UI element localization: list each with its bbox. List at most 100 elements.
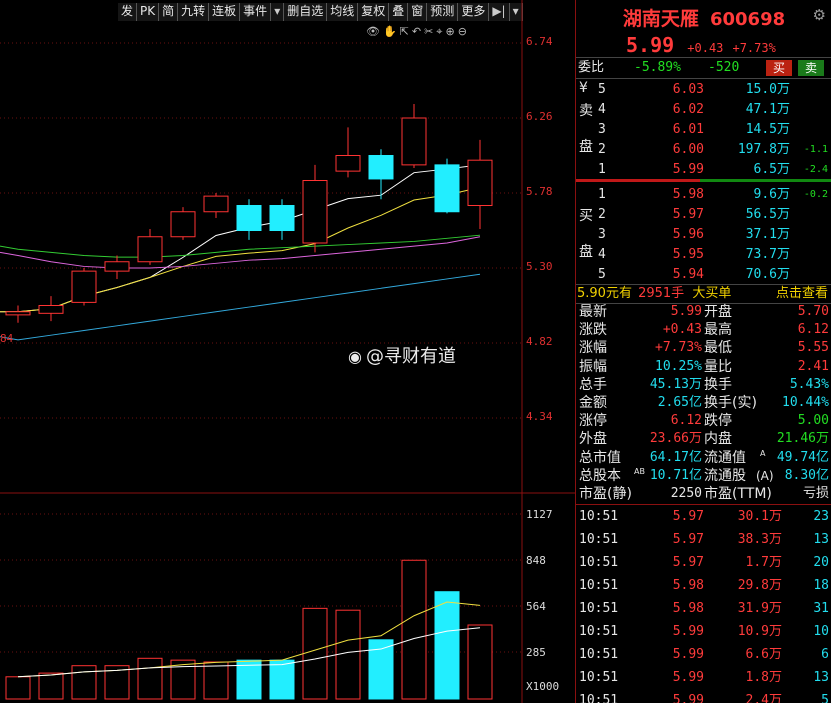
order-book-row[interactable]: 2 5.97 56.5万 [576,205,831,225]
order-book-row[interactable]: 3 5.96 37.1万 [576,225,831,245]
book-delta: -1.1 [803,144,828,155]
price-tick-label: 4.82 [526,335,553,348]
tick-row: 10:51 5.97 38.3万 13 [576,529,831,551]
stat-value: 10.44% [782,395,829,410]
stat-value: +7.73% [655,340,702,356]
stat-label: 流通股 [704,467,746,484]
stat-label-sup: AB [634,466,645,476]
tick-row: 10:51 5.97 30.1万 23 [576,506,831,528]
stat-label: 流通值 [704,449,746,466]
stock-name: 湖南天雁 [622,8,699,30]
stat-label: 最低 [704,340,732,357]
book-volume: 197.8万 [737,142,790,157]
tick-volume: 31.9万 [737,601,782,616]
stats-row: 振幅 10.25% 量比 2.41 [576,358,831,376]
candle-body [335,155,361,172]
stat-label: 涨幅 [579,340,607,357]
volume-bar [236,659,262,700]
book-price: 6.02 [672,102,704,117]
tick-volume: 38.3万 [737,532,782,547]
watermark-text: @寻财有道 [366,346,456,367]
weibi-pct: -5.89% [634,60,681,75]
price-tick-label: 4.34 [526,410,553,423]
stats-row: 涨停 6.12 跌停 5.00 [576,412,831,430]
stats-row: 总手 45.13万 换手 5.43% [576,376,831,394]
order-book-row[interactable]: 4 5.95 73.7万 [576,245,831,265]
tick-row: 10:51 5.99 2.4万 5 [576,690,831,703]
big-order-hands: 2951手 [638,286,685,301]
book-level: 4 [598,102,606,117]
tick-price: 5.99 [672,670,704,685]
tick-price: 5.97 [672,509,704,524]
tick-count: 13 [813,532,829,547]
book-level: 1 [598,162,606,177]
stat-value: 45.13万 [649,376,702,392]
book-price: 5.95 [672,247,704,262]
book-divider [576,179,700,182]
tick-time: 10:51 [579,555,619,570]
book-price: 5.98 [672,187,704,202]
book-level: 2 [598,142,606,157]
book-price: 5.96 [672,227,704,242]
book-volume: 6.5万 [753,162,790,177]
stat-label: 换手(实) [704,395,757,411]
order-book-row[interactable]: 1 5.99 6.5万 -2.4 [576,160,831,180]
stat-value: 6.12 [797,322,829,338]
tick-time: 10:51 [579,578,619,593]
price-change: +0.43 [687,41,724,55]
volume-bar [5,676,31,700]
candle-body [467,159,493,206]
stat-label: 最新 [579,304,607,320]
book-level: 1 [598,187,606,202]
tick-row: 10:51 5.98 29.8万 18 [576,575,831,597]
order-book-row[interactable]: 5 6.03 15.0万 [576,80,831,100]
book-volume: 15.0万 [745,82,790,97]
tick-time: 10:51 [579,601,619,616]
stats-row: 涨跌 +0.43 最高 6.12 [576,321,831,339]
book-price: 6.00 [672,142,704,157]
order-book-row[interactable]: 5 5.94 70.6万 [576,265,831,285]
stats-row: 涨幅 +7.73% 最低 5.55 [576,339,831,357]
book-price: 5.94 [672,267,704,282]
watermark: ◉ @寻财有道 [344,342,456,368]
book-level: 3 [598,122,606,137]
stats-table: 最新 5.99 开盘 5.70 涨跌 +0.43 最高 6.12 涨幅 +7.73% 最低 5.55 振… [576,303,831,503]
tick-row: 10:51 5.99 6.6万 6 [576,644,831,666]
order-book-row[interactable]: 1 5.98 9.6万 -0.2 [576,185,831,205]
kline-chart-area[interactable]: 发 PK 简九转 连板 事件 ▾ 删自选 均线 复权叠窗预测 更多 ▶| ▾ 👁✋⇱↶✂⌖⊕⊖ 6.7… [0,0,575,703]
volume-bar [302,607,328,700]
order-book-row[interactable]: 2 6.00 197.8万 -1.1 [576,140,831,160]
tick-time: 10:51 [579,624,619,639]
stat-value: 10.25% [655,358,702,374]
candle-body [401,117,427,166]
big-order-link[interactable]: 点击查看 [776,285,828,303]
stat-value: 2.41 [797,358,829,374]
tick-count: 20 [813,555,829,570]
tick-time: 10:51 [579,532,619,547]
buy-button[interactable]: 买 [766,60,792,76]
order-book-row[interactable]: 4 6.02 47.1万 [576,100,831,120]
tick-list[interactable]: 10:51 5.97 30.1万 23 10:51 5.97 38.3万 13 10:51 5.9… [576,505,831,703]
tick-volume: 10.9万 [737,624,782,639]
stat-value: 亏损 [802,486,829,501]
sell-button[interactable]: 卖 [798,60,824,76]
big-order-label: 大买单 [692,286,732,301]
price-tick-label: 6.74 [526,35,553,48]
stat-label: 总股本 [579,467,621,484]
gear-icon[interactable]: ⚙ [813,6,826,24]
stat-value: 5.43% [789,376,829,392]
tick-price: 5.99 [672,693,704,703]
stat-value: 10.71亿 [649,467,702,483]
book-delta: -0.2 [803,189,828,200]
candle-body [302,180,328,244]
volume-bar [467,624,493,700]
last-price: 5.99 [626,33,675,57]
price-tick-label: 5.78 [526,185,553,198]
tick-volume: 30.1万 [737,509,782,524]
book-volume: 14.5万 [745,122,790,137]
tick-time: 10:51 [579,647,619,662]
order-book-row[interactable]: 3 6.01 14.5万 [576,120,831,140]
stat-label: 总市值 [579,449,621,466]
book-volume: 73.7万 [745,247,790,262]
tick-price: 5.99 [672,624,704,639]
